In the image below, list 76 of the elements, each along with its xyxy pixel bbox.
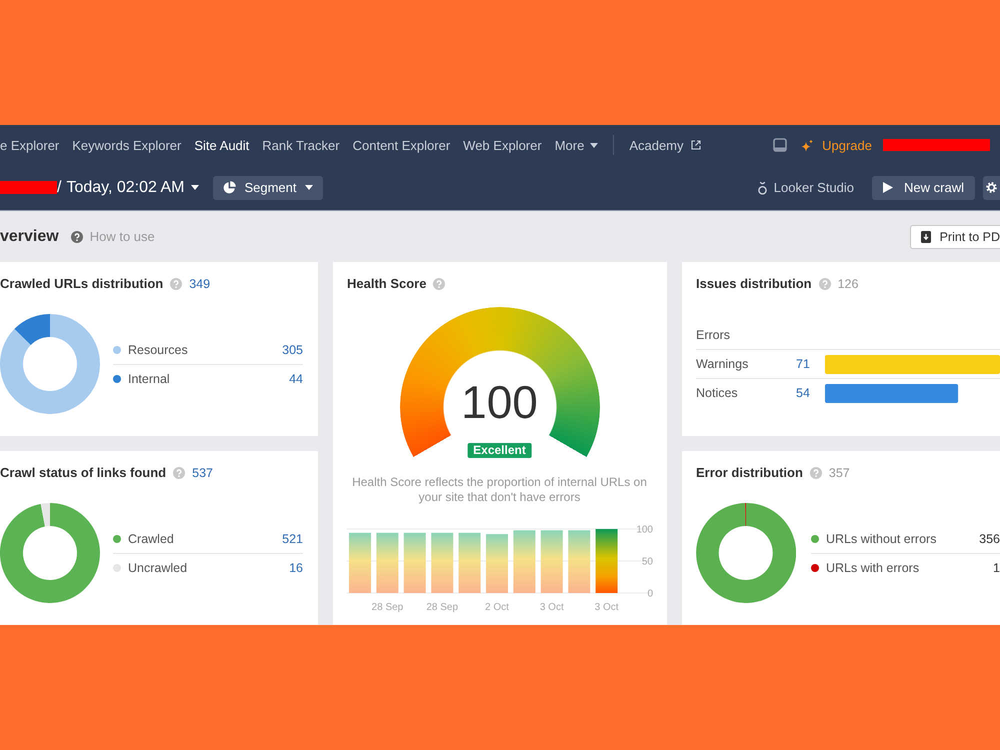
bar bbox=[540, 530, 563, 593]
total-count[interactable]: 537 bbox=[192, 466, 213, 480]
ring-icon bbox=[758, 180, 767, 194]
crawl-date-dropdown[interactable]: Today, 02:02 AM bbox=[66, 178, 200, 196]
nav-tab[interactable]: Rank Tracker bbox=[262, 138, 340, 152]
total-count: 126 bbox=[838, 277, 858, 291]
bar bbox=[458, 532, 481, 593]
card-title: Crawled URLs distribution bbox=[0, 276, 164, 292]
caret-icon bbox=[191, 185, 200, 190]
health-description: Health Score reflects the proportion of internal URLs on your site that don't have errors bbox=[351, 475, 648, 505]
axis-label: 28 Sep bbox=[426, 602, 458, 613]
axis-label: 28 Sep bbox=[372, 602, 404, 613]
academy-link[interactable]: Academy bbox=[629, 138, 701, 152]
upgrade-link[interactable]: Upgrade bbox=[801, 138, 872, 152]
page-title: verview bbox=[0, 228, 59, 246]
external-link-icon bbox=[690, 140, 701, 150]
legend-count: 356 bbox=[979, 532, 1000, 546]
health-score-value: 100 bbox=[461, 379, 538, 425]
category-label: Errors bbox=[696, 328, 730, 342]
bar bbox=[376, 532, 398, 593]
nav-tab[interactable]: Keywords Explorer bbox=[72, 138, 182, 152]
tray-icon[interactable] bbox=[773, 138, 788, 152]
settings-icon bbox=[986, 182, 997, 193]
pie-chart-icon bbox=[223, 181, 236, 194]
legend-label: URLs without errors bbox=[826, 532, 936, 546]
caret-icon bbox=[590, 142, 598, 148]
category-label: Notices bbox=[696, 386, 738, 400]
bar bbox=[349, 532, 371, 593]
card-title: Error distribution bbox=[696, 465, 803, 481]
rating-badge: Excellent bbox=[467, 443, 532, 458]
nav-tab[interactable]: Site Audit bbox=[194, 138, 250, 152]
bar bbox=[431, 532, 454, 593]
settings-button[interactable] bbox=[983, 176, 1000, 200]
issue-count[interactable]: 54 bbox=[796, 386, 810, 400]
bar bbox=[596, 529, 618, 593]
bar bbox=[568, 530, 590, 593]
axis-label: 100 bbox=[636, 525, 653, 536]
nav-tab[interactable]: Content Explorer bbox=[352, 138, 450, 152]
looker-studio-link[interactable]: Looker Studio bbox=[758, 180, 854, 195]
bar bbox=[486, 534, 508, 593]
issue-count[interactable]: 71 bbox=[796, 357, 810, 371]
legend-label: URLs with errors bbox=[826, 560, 920, 574]
axis-label: 3 Oct bbox=[540, 602, 564, 613]
card-title: Health Score bbox=[347, 276, 426, 292]
nav-tab[interactable]: e Explorer bbox=[0, 138, 60, 152]
card-title: Crawl status of links found bbox=[0, 465, 166, 481]
legend-label: Resources bbox=[128, 342, 188, 356]
legend-label: Internal bbox=[128, 372, 170, 386]
axis-label: 2 Oct bbox=[485, 602, 509, 613]
axis-label: 0 bbox=[647, 588, 653, 600]
caret-icon bbox=[304, 185, 312, 190]
sparkle-icon bbox=[801, 138, 814, 152]
print-button[interactable]: Print to PD bbox=[910, 224, 1000, 248]
more-menu[interactable]: More bbox=[554, 138, 598, 152]
legend-count[interactable]: 44 bbox=[289, 372, 303, 386]
total-count[interactable]: 349 bbox=[189, 277, 210, 291]
file-download-icon bbox=[920, 230, 931, 242]
segment-button[interactable]: Segment bbox=[213, 176, 322, 200]
legend-count[interactable]: 305 bbox=[282, 342, 303, 356]
nav-tab[interactable]: Web Explorer bbox=[463, 138, 542, 152]
legend-label: Crawled bbox=[128, 532, 174, 546]
legend-count: 1 bbox=[993, 560, 1000, 574]
bar bbox=[513, 530, 536, 593]
legend-count[interactable]: 521 bbox=[282, 532, 303, 546]
play-icon bbox=[883, 182, 894, 193]
help-icon[interactable] bbox=[70, 230, 83, 242]
category-label: Warnings bbox=[696, 357, 748, 371]
card-title: Issues distribution bbox=[696, 276, 812, 292]
new-crawl-button[interactable]: New crawl bbox=[872, 176, 975, 200]
breadcrumb-separator: / bbox=[57, 178, 62, 196]
total-count: 357 bbox=[828, 466, 850, 480]
axis-label: 50 bbox=[642, 556, 653, 568]
legend-count[interactable]: 16 bbox=[289, 560, 303, 574]
legend-label: Uncrawled bbox=[128, 560, 188, 574]
bar bbox=[404, 532, 426, 593]
axis-label: 3 Oct bbox=[594, 602, 619, 613]
